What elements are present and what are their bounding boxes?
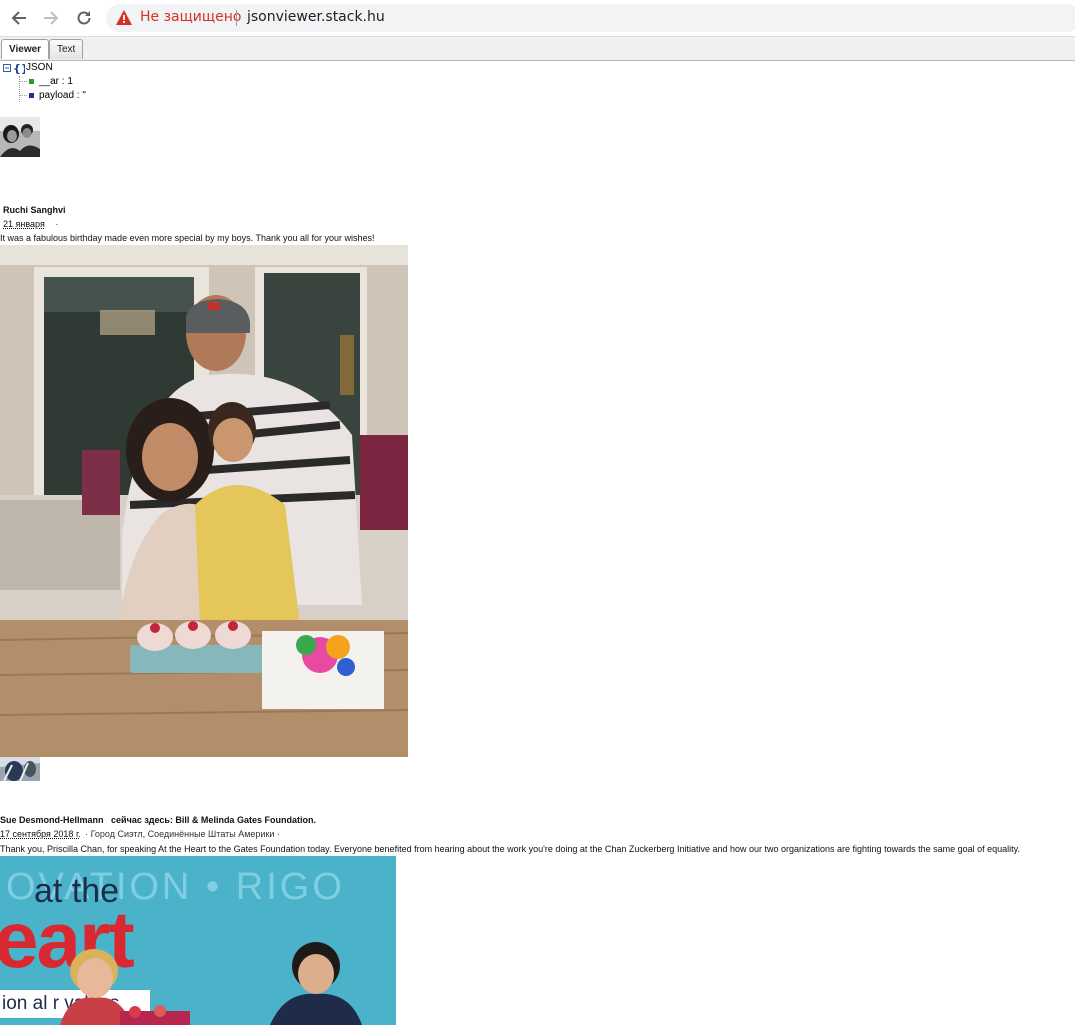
tree-connector bbox=[20, 95, 27, 96]
post-meta: 21 января · bbox=[3, 219, 58, 229]
forward-button[interactable] bbox=[38, 6, 64, 30]
svg-text:{}: {} bbox=[13, 62, 25, 74]
tree-root-label[interactable]: JSON bbox=[26, 62, 53, 73]
photo-people bbox=[60, 942, 362, 1025]
omnibox[interactable]: Не защищено jsonviewer.stack.hu bbox=[106, 4, 1075, 32]
viewer-tab-bar: Viewer Text bbox=[0, 37, 1075, 61]
post-author[interactable]: Ruchi Sanghvi bbox=[3, 205, 66, 215]
security-status[interactable]: Не защищено bbox=[140, 9, 241, 25]
browser-toolbar: Не защищено jsonviewer.stack.hu bbox=[0, 0, 1075, 37]
reload-button[interactable] bbox=[71, 6, 97, 30]
object-braces-icon: {} bbox=[13, 62, 25, 74]
tree-connector bbox=[19, 76, 21, 102]
post-location[interactable]: · Город Сиэтл, Соединённые Штаты Америки… bbox=[85, 829, 280, 839]
tree-connector bbox=[20, 81, 27, 82]
string-type-icon bbox=[29, 93, 34, 98]
post-date[interactable]: 21 января bbox=[3, 219, 45, 229]
collapse-toggle-icon[interactable] bbox=[3, 64, 11, 72]
post-photo[interactable] bbox=[0, 245, 408, 757]
warning-icon[interactable] bbox=[116, 10, 132, 25]
tab-text[interactable]: Text bbox=[49, 39, 84, 59]
post-checkin[interactable]: сейчас здесь: Bill & Melinda Gates Found… bbox=[111, 815, 316, 825]
post-text: Thank you, Priscilla Chan, for speaking … bbox=[0, 844, 1020, 854]
json-tree: {} JSON __ar : 1 payload : " bbox=[0, 60, 300, 106]
arrow-right-icon bbox=[44, 11, 59, 25]
avatar[interactable] bbox=[0, 117, 40, 157]
tree-node[interactable]: __ar : 1 bbox=[39, 76, 73, 87]
post-author-line: Sue Desmond-Hellmann сейчас здесь: Bill … bbox=[0, 815, 316, 825]
back-button[interactable] bbox=[6, 6, 32, 30]
tree-node[interactable]: payload : " bbox=[39, 90, 86, 101]
avatar[interactable] bbox=[0, 757, 40, 781]
post-text: It was a fabulous birthday made even mor… bbox=[0, 233, 375, 243]
number-type-icon bbox=[29, 79, 34, 84]
reload-icon bbox=[77, 11, 91, 25]
meta-separator: · bbox=[55, 219, 59, 229]
tab-viewer[interactable]: Viewer bbox=[1, 39, 50, 59]
post-photo[interactable]: OVATION • RIGO at the eart ion al r valu… bbox=[0, 856, 396, 1025]
post-author[interactable]: Sue Desmond-Hellmann bbox=[0, 815, 104, 825]
omnibox-divider bbox=[236, 10, 237, 26]
post-date[interactable]: 17 сентября 2018 г. bbox=[0, 829, 81, 839]
post-meta: 17 сентября 2018 г. · Город Сиэтл, Соеди… bbox=[0, 829, 280, 839]
arrow-left-icon bbox=[11, 11, 26, 25]
url-text[interactable]: jsonviewer.stack.hu bbox=[247, 9, 385, 25]
